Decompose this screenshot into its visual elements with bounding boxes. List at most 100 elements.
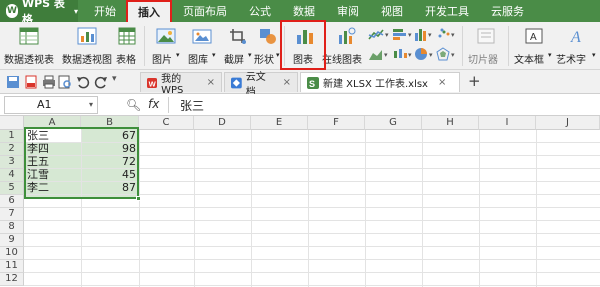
online-chart-label: 在线图表 [322, 55, 362, 66]
row-header[interactable]: 12 [0, 273, 24, 286]
stock-chart-button[interactable]: ▾ [392, 47, 414, 61]
table-label: 表格 [116, 55, 136, 66]
tab-insert[interactable]: 插入 [126, 0, 172, 22]
fill-handle[interactable] [136, 196, 141, 201]
doc-tab-my-wps[interactable]: W 我的WPS × [140, 72, 222, 96]
row-header[interactable]: 6 [0, 195, 24, 208]
doc-tab-spreadsheet[interactable]: S 新建 XLSX 工作表.xlsx × [300, 72, 460, 92]
row-header[interactable]: 10 [0, 247, 24, 260]
pivot-chart-button[interactable]: 数据透视图 [60, 22, 114, 68]
tab-formulas[interactable]: 公式 [238, 0, 282, 22]
column-header[interactable]: F [308, 116, 365, 130]
chevron-down-icon: ▾ [212, 51, 216, 59]
zoom-icon[interactable]: 🔍︎ [126, 98, 141, 112]
tab-cloud-service[interactable]: 云服务 [480, 0, 535, 22]
close-icon[interactable]: × [283, 77, 291, 88]
slicer-button[interactable]: 切片器 [466, 22, 506, 68]
row-header[interactable]: 8 [0, 221, 24, 234]
textbox-label: 文本框 [514, 55, 544, 66]
radar-chart-button[interactable]: ▾ [436, 47, 458, 61]
scatter-chart-button[interactable]: ▾ [436, 27, 458, 41]
new-tab-button[interactable]: + [468, 72, 481, 90]
scatter-chart-icon: ▾ [438, 28, 455, 39]
ribbon-separator [462, 26, 463, 66]
tab-view[interactable]: 视图 [370, 0, 414, 22]
online-chart-icon [339, 27, 356, 44]
line-chart-button[interactable]: ▾ [368, 27, 390, 41]
chevron-down-icon: ▾ [548, 51, 552, 59]
pivot-table-icon [19, 27, 39, 45]
ribbon-separator [144, 26, 145, 66]
column-header[interactable]: C [139, 116, 194, 130]
column-header[interactable]: G [365, 116, 422, 130]
column-header[interactable]: E [251, 116, 308, 130]
pivot-table-button[interactable]: 数据透视表 [2, 22, 56, 68]
table-button[interactable]: 表格 [114, 22, 140, 68]
column-header[interactable]: J [536, 116, 600, 130]
gallery-label: 图库 [188, 55, 208, 66]
print-icon[interactable] [42, 75, 56, 89]
area-chart-button[interactable]: ▾ [368, 47, 390, 61]
svg-text:A: A [530, 32, 537, 43]
pivot-chart-icon [77, 27, 97, 45]
grid-line [24, 259, 600, 260]
formula-bar: A1 ▾ 🔍︎ fx 张三 [0, 94, 600, 116]
row-header[interactable]: 11 [0, 260, 24, 273]
tab-data[interactable]: 数据 [282, 0, 326, 22]
close-icon[interactable]: × [207, 77, 215, 88]
slicer-label: 切片器 [468, 55, 498, 66]
screenshot-button[interactable]: 截屏 ▾ [220, 22, 256, 68]
wordart-button[interactable]: A 艺术字 ▾ [556, 22, 600, 68]
picture-button[interactable]: 图片 ▾ [148, 22, 184, 68]
textbox-button[interactable]: A 文本框 ▾ [512, 22, 556, 68]
svg-text:A: A [570, 29, 581, 46]
pie-chart-button[interactable]: ▾ [414, 47, 436, 61]
undo-icon[interactable] [76, 75, 90, 89]
redo-icon[interactable] [94, 75, 108, 89]
chevron-down-icon[interactable]: ▾ [112, 74, 117, 84]
print-preview-icon[interactable] [58, 75, 72, 89]
gallery-button[interactable]: 图库 ▾ [184, 22, 220, 68]
row-header[interactable]: 1 [0, 130, 24, 143]
row-header[interactable]: 3 [0, 156, 24, 169]
select-all-corner[interactable] [0, 116, 24, 130]
doc-tab-label: 新建 XLSX 工作表.xlsx [323, 79, 428, 90]
column-header[interactable]: I [479, 116, 536, 130]
tab-start[interactable]: 开始 [84, 0, 126, 22]
wordart-icon: A [570, 29, 581, 46]
column-header[interactable]: H [422, 116, 479, 130]
column-header[interactable]: D [194, 116, 251, 130]
close-icon[interactable]: × [438, 77, 446, 88]
grid-line [251, 130, 252, 287]
svg-text:▾: ▾ [451, 31, 455, 39]
stock-chart-icon: ▾ [394, 49, 412, 59]
online-chart-button[interactable]: 在线图表 [322, 22, 370, 68]
row-header[interactable]: 4 [0, 169, 24, 182]
export-pdf-icon[interactable] [24, 75, 38, 89]
cloud-docs-icon [231, 77, 242, 88]
bar-chart-button[interactable]: ▾ [392, 27, 414, 41]
row-header[interactable]: 7 [0, 208, 24, 221]
grid-line [365, 130, 366, 287]
formula-input[interactable]: 张三 [180, 97, 204, 114]
app-menu-button[interactable]: W WPS 表格 ▾ [0, 0, 78, 26]
svg-text:▾: ▾ [384, 51, 388, 59]
table-icon [118, 27, 136, 45]
gallery-icon [192, 29, 212, 44]
column-chart-button[interactable]: ▾ [414, 27, 436, 41]
row-header[interactable]: 2 [0, 143, 24, 156]
grid-line [308, 130, 309, 287]
svg-text:▾: ▾ [408, 31, 412, 39]
save-icon[interactable] [6, 75, 20, 89]
insert-function-button[interactable]: fx [148, 97, 159, 111]
name-box[interactable]: A1 ▾ [4, 96, 98, 114]
doc-tab-cloud-docs[interactable]: 云文档 × [224, 72, 298, 98]
row-header[interactable]: 5 [0, 182, 24, 195]
tab-developer[interactable]: 开发工具 [414, 0, 480, 22]
tab-review[interactable]: 审阅 [326, 0, 370, 22]
grid-line [24, 272, 600, 273]
shapes-button[interactable]: 形状 ▾ [252, 22, 282, 68]
chevron-down-icon[interactable]: ▾ [89, 97, 93, 113]
tab-page-layout[interactable]: 页面布局 [172, 0, 238, 22]
row-header[interactable]: 9 [0, 234, 24, 247]
